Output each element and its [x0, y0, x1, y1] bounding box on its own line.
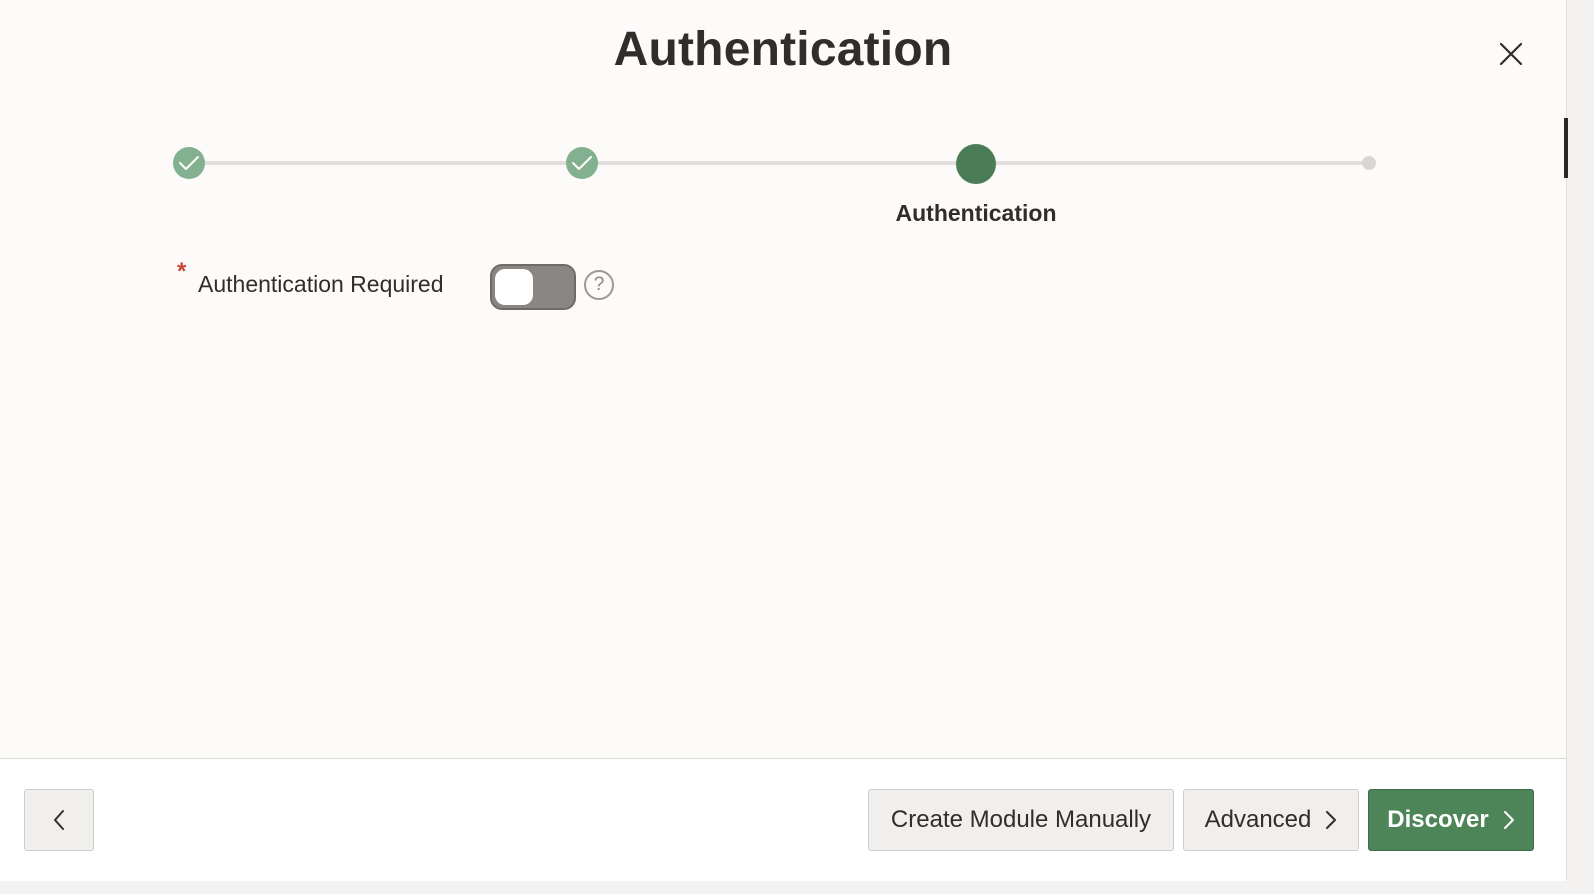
- authentication-required-switch[interactable]: [490, 264, 576, 310]
- train-step-3-label: Authentication: [895, 200, 1057, 226]
- switch-knob: [495, 269, 533, 305]
- authentication-required-label: Authentication Required: [198, 271, 444, 297]
- create-module-manually-label: Create Module Manually: [890, 806, 1152, 833]
- check-icon: [572, 156, 592, 170]
- advanced-button[interactable]: Advanced: [1183, 789, 1359, 851]
- wizard-progress-train: Authentication: [0, 0, 1566, 240]
- help-icon[interactable]: ?: [584, 270, 614, 300]
- advanced-label: Advanced: [1204, 806, 1312, 833]
- chevron-left-icon: [54, 810, 64, 830]
- dialog: Authentication Authentication * Authenti…: [0, 0, 1568, 880]
- help-glyph: ?: [593, 274, 605, 295]
- train-step-1-complete: [173, 147, 205, 179]
- chevron-right-icon: [1503, 810, 1515, 830]
- train-step-4-future: [1362, 156, 1376, 170]
- previous-button[interactable]: [24, 789, 94, 851]
- train-track: [189, 161, 1369, 165]
- create-module-manually-button[interactable]: Create Module Manually: [868, 789, 1174, 851]
- train-step-2-complete: [566, 147, 598, 179]
- check-icon: [179, 156, 199, 170]
- discover-label: Discover: [1387, 806, 1489, 833]
- required-indicator: *: [177, 258, 187, 285]
- train-step-3-current: [956, 144, 996, 184]
- discover-button[interactable]: Discover: [1368, 789, 1534, 851]
- chevron-right-icon: [1325, 810, 1337, 830]
